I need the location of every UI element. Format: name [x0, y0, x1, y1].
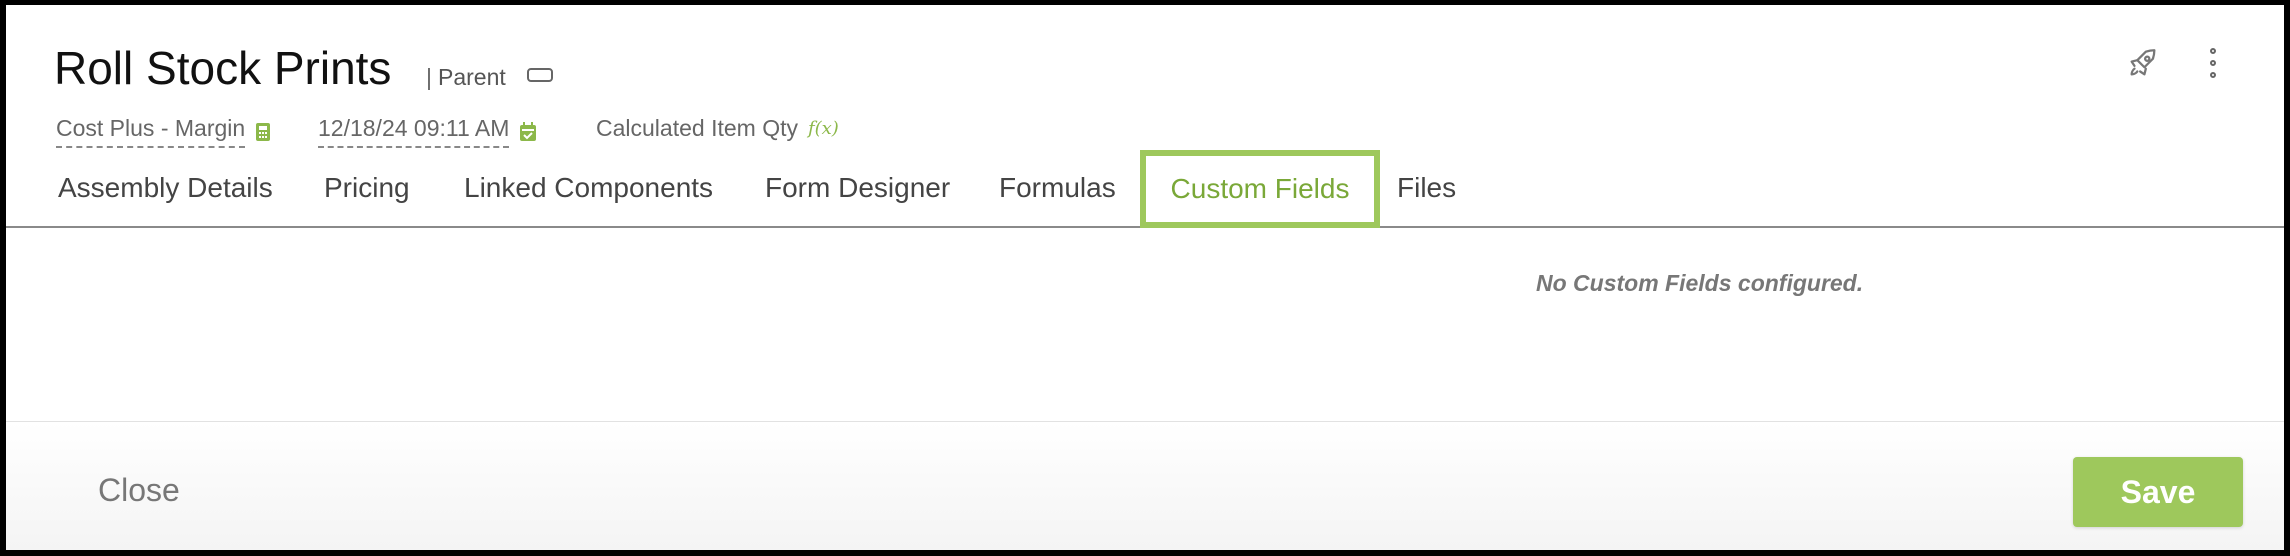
date-value: 12/18/24 09:11 AM [318, 115, 510, 148]
tab-files[interactable]: Files [1397, 150, 1456, 226]
page-title: Roll Stock Prints [54, 42, 392, 94]
calculated-qty-field[interactable]: Calculated Item Qty f(x) [596, 115, 839, 142]
calculator-icon [255, 122, 271, 142]
empty-state-message: No Custom Fields configured. [1536, 270, 1864, 296]
parent-separator: | [426, 64, 432, 90]
parent-tag: | Parent [426, 64, 506, 91]
parent-label: Parent [437, 64, 506, 90]
assembly-dialog: Roll Stock Prints | Parent Cost Plus - Ma… [6, 5, 2284, 550]
tab-custom-fields[interactable]: Custom Fields [1140, 150, 1380, 228]
date-field[interactable]: 12/18/24 09:11 AM [318, 115, 537, 148]
pricing-method-field[interactable]: Cost Plus - Margin [56, 115, 271, 148]
calculated-qty-label: Calculated Item Qty [596, 115, 798, 141]
calendar-icon [519, 121, 537, 142]
tab-bar: Assembly Details Pricing Linked Componen… [6, 150, 2284, 228]
tab-pricing[interactable]: Pricing [324, 150, 410, 226]
more-vertical-icon [2210, 45, 2216, 81]
toggle-icon[interactable] [527, 68, 553, 82]
close-button[interactable]: Close [98, 472, 180, 509]
pricing-method-value: Cost Plus - Margin [56, 115, 246, 148]
tab-linked-components[interactable]: Linked Components [464, 150, 713, 226]
save-button[interactable]: Save [2073, 457, 2243, 527]
tab-form-designer[interactable]: Form Designer [765, 150, 950, 226]
rocket-button[interactable] [2123, 43, 2163, 83]
more-options-button[interactable] [2193, 43, 2233, 83]
rocket-icon [2130, 49, 2156, 76]
tab-formulas[interactable]: Formulas [999, 150, 1116, 226]
formula-icon: f(x) [807, 118, 839, 139]
tab-assembly-details[interactable]: Assembly Details [58, 150, 273, 226]
dialog-footer: Close Save [6, 421, 2284, 550]
